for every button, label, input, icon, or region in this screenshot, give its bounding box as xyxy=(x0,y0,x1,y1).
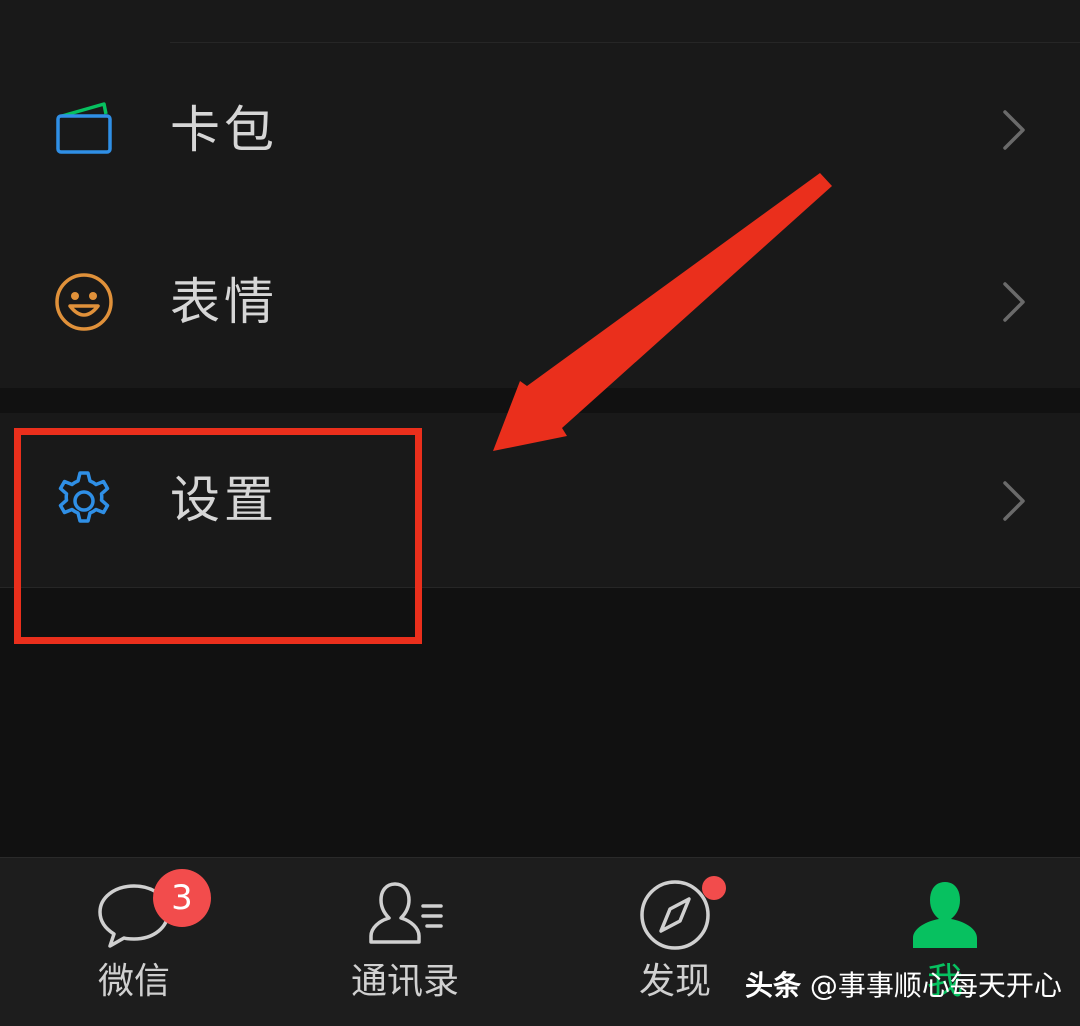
menu-item-wallet[interactable]: 卡包 xyxy=(0,0,1080,215)
wallet-icon xyxy=(56,102,112,154)
watermark-brand: 头条 xyxy=(745,969,802,1002)
divider xyxy=(170,42,1080,43)
menu-item-label: 卡包 xyxy=(170,101,278,159)
group-separator xyxy=(0,388,1080,413)
menu-item-stickers[interactable]: 表情 xyxy=(0,215,1080,388)
tab-contacts[interactable]: 通讯录 xyxy=(305,858,505,1026)
contacts-icon xyxy=(369,882,443,944)
menu-item-label: 设置 xyxy=(170,471,278,529)
menu-item-label: 表情 xyxy=(170,273,278,331)
gear-icon xyxy=(58,471,110,523)
chevron-right-icon xyxy=(1003,282,1025,322)
person-icon xyxy=(913,882,977,948)
menu-item-settings[interactable]: 设置 xyxy=(0,413,1080,587)
watermark: 头条 @事事顺心每天开心 xyxy=(745,966,1062,1006)
chevron-right-icon xyxy=(1003,481,1025,521)
divider xyxy=(0,587,1080,588)
unread-badge: 3 xyxy=(153,869,211,927)
smiley-icon xyxy=(55,273,113,331)
tab-label: 微信 xyxy=(97,961,170,1002)
notification-dot xyxy=(702,876,726,900)
watermark-handle: @事事顺心每天开心 xyxy=(809,969,1062,1002)
tab-label: 通讯录 xyxy=(350,961,459,1002)
chevron-right-icon xyxy=(1003,110,1025,150)
